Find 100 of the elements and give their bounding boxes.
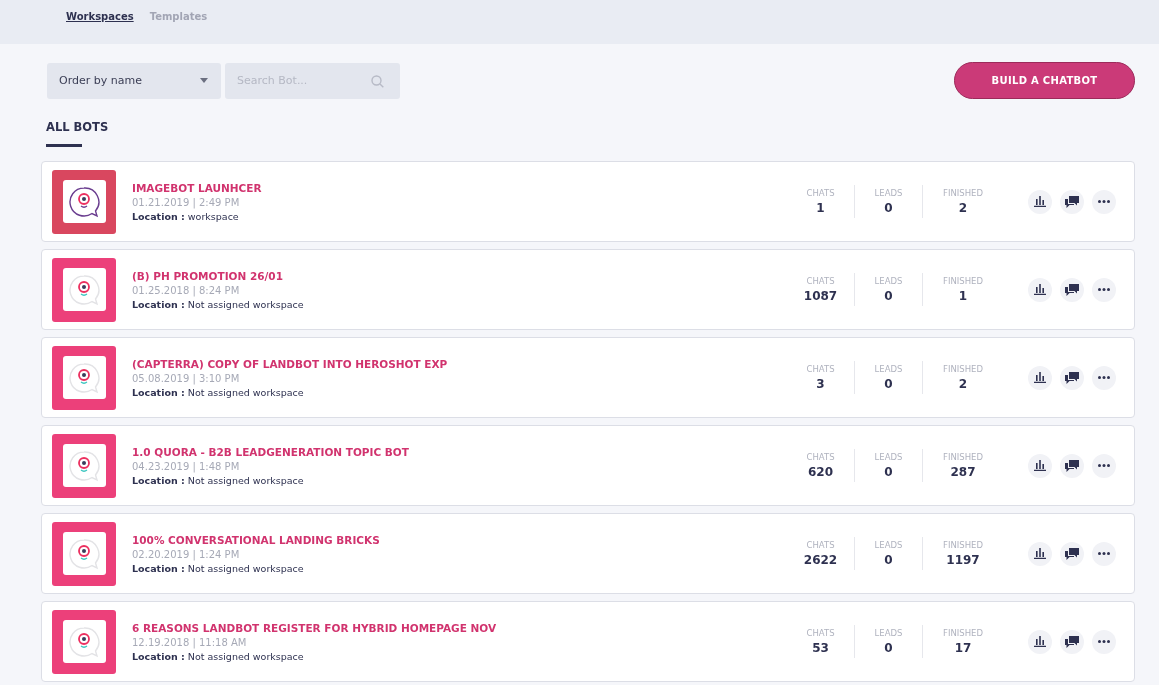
more-icon [1098, 552, 1110, 555]
stat-value: 0 [884, 201, 893, 215]
more-button[interactable] [1092, 277, 1116, 302]
bot-date: 01.21.2019 | 2:49 PM [132, 196, 241, 208]
stat-value: 2622 [803, 553, 838, 567]
bot-card[interactable]: 6 REASONS LANDBOT REGISTER FOR HYBRID HOMEPAGE NOV 12.19.2018 | 11:18 AM Location : Not assigned workspace CHATS 53 LEADS 0 FINISHED 17 [41, 601, 1135, 682]
build-chatbot-button[interactable]: BUILD A CHATBOT [954, 62, 1135, 99]
stat-value: 1087 [803, 289, 838, 303]
stat-value: 0 [884, 553, 893, 567]
stat-value: 287 [950, 465, 976, 479]
stat-label: LEADS [874, 540, 903, 550]
analytics-button[interactable] [1028, 365, 1052, 390]
stat-label: LEADS [874, 452, 903, 462]
bot-location: Location : Not assigned workspace [132, 474, 305, 486]
more-icon [1098, 376, 1110, 379]
bot-name[interactable]: (B) PH PROMOTION 26/01 [132, 269, 787, 282]
bot-name[interactable]: (CAPTERRA) COPY OF LANDBOT INTO HEROSHOT EXP [132, 357, 787, 370]
more-button[interactable] [1092, 365, 1116, 390]
chat-bubble-icon [67, 536, 101, 571]
stat-label: LEADS [874, 628, 903, 638]
stat-label: FINISHED [943, 540, 983, 550]
search-icon [371, 74, 384, 88]
stat-value: 0 [884, 465, 893, 479]
chat-bubble-icon [67, 624, 101, 659]
bot-card[interactable]: 100% CONVERSATIONAL LANDING BRICKS 02.20.2019 | 1:24 PM Location : Not assigned workspace CHATS 2622 LEADS 0 FINISHED 1197 [41, 513, 1135, 594]
more-button[interactable] [1092, 189, 1116, 214]
more-button[interactable] [1092, 629, 1116, 654]
bot-card[interactable]: 1.0 QUORA - B2B LEADGENERATION TOPIC BOT 04.23.2019 | 1:48 PM Location : Not assigned workspace CHATS 620 LEADS 0 FINISHED 287 [41, 425, 1135, 506]
stat-label: CHATS [806, 276, 835, 286]
bot-location: Location : Not assigned workspace [132, 386, 305, 398]
stat-label: LEADS [874, 276, 903, 286]
chats-button[interactable] [1060, 453, 1084, 478]
more-button[interactable] [1092, 541, 1116, 566]
bot-card[interactable]: (B) PH PROMOTION 26/01 01.25.2018 | 8:24 PM Location : Not assigned workspace CHATS 1087 LEADS 0 FINISHED 1 [41, 249, 1135, 330]
chats-button[interactable] [1060, 189, 1084, 214]
bar-chart-icon [1034, 196, 1046, 207]
stat-value: 3 [816, 377, 825, 391]
bot-location: Location : Not assigned workspace [132, 562, 305, 574]
more-icon [1098, 288, 1110, 291]
stat-value: 1 [958, 289, 968, 303]
more-icon [1098, 464, 1110, 467]
stat-label: FINISHED [943, 188, 983, 198]
stat-value: 1 [816, 201, 825, 215]
bot-card[interactable]: IMAGEBOT LAUNHCER 01.21.2019 | 2:49 PM Location : workspace CHATS 1 LEADS 0 FINISHED 2 [41, 161, 1135, 242]
chat-bubble-icon [67, 184, 101, 219]
stat-label: LEADS [874, 188, 903, 198]
nav-tab[interactable]: Workspaces [66, 11, 134, 22]
analytics-button[interactable] [1028, 189, 1052, 214]
bot-location: Location : Not assigned workspace [132, 298, 305, 310]
stat-label: CHATS [806, 628, 835, 638]
analytics-button[interactable] [1028, 629, 1052, 654]
stat-label: FINISHED [943, 628, 983, 638]
stat-value: 1197 [946, 553, 980, 567]
bot-name[interactable]: IMAGEBOT LAUNHCER [132, 181, 787, 194]
bar-chart-icon [1034, 460, 1046, 471]
more-icon [1098, 200, 1110, 203]
analytics-button[interactable] [1028, 541, 1052, 566]
bot-date: 04.23.2019 | 1:48 PM [132, 460, 241, 472]
bot-location: Location : workspace [132, 210, 240, 222]
chat-bubbles-icon [1065, 195, 1079, 208]
stat-value: 620 [807, 465, 834, 479]
bar-chart-icon [1034, 548, 1046, 559]
bot-location: Location : Not assigned workspace [132, 650, 305, 662]
chats-button[interactable] [1060, 629, 1084, 654]
chat-bubbles-icon [1065, 371, 1079, 384]
stat-label: LEADS [874, 364, 903, 374]
more-icon [1098, 640, 1110, 643]
chat-bubbles-icon [1065, 283, 1079, 296]
chat-bubble-icon [67, 448, 101, 483]
bot-date: 02.20.2019 | 1:24 PM [132, 548, 241, 560]
bar-chart-icon [1034, 636, 1046, 647]
bot-date: 05.08.2019 | 3:10 PM [132, 372, 241, 384]
chats-button[interactable] [1060, 541, 1084, 566]
chat-bubbles-icon [1065, 459, 1079, 472]
stat-label: FINISHED [943, 364, 983, 374]
more-button[interactable] [1092, 453, 1116, 478]
order-dropdown[interactable]: Order by name [47, 62, 221, 99]
analytics-button[interactable] [1028, 453, 1052, 478]
stat-value: 17 [954, 641, 972, 655]
stat-value: 0 [884, 377, 893, 391]
chats-button[interactable] [1060, 277, 1084, 302]
stat-value: 2 [958, 377, 968, 391]
chat-bubble-icon [67, 360, 101, 395]
stat-value: 53 [812, 641, 829, 655]
stat-label: CHATS [806, 540, 835, 550]
bot-date: 01.25.2018 | 8:24 PM [132, 284, 241, 296]
stat-value: 0 [884, 641, 893, 655]
stat-label: FINISHED [943, 452, 983, 462]
stat-label: FINISHED [943, 276, 983, 286]
stat-label: CHATS [806, 364, 835, 374]
chat-bubbles-icon [1065, 547, 1079, 560]
bot-name[interactable]: 6 REASONS LANDBOT REGISTER FOR HYBRID HOMEPAGE NOV [132, 621, 787, 634]
stat-label: CHATS [806, 188, 835, 198]
analytics-button[interactable] [1028, 277, 1052, 302]
stat-value: 2 [958, 201, 968, 215]
bot-name[interactable]: 1.0 QUORA - B2B LEADGENERATION TOPIC BOT [132, 445, 787, 458]
stat-value: 0 [884, 289, 893, 303]
chats-button[interactable] [1060, 365, 1084, 390]
bot-card[interactable]: (CAPTERRA) COPY OF LANDBOT INTO HEROSHOT EXP 05.08.2019 | 3:10 PM Location : Not assigned workspace CHATS 3 LEADS 0 FINISHED 2 [41, 337, 1135, 418]
bot-name[interactable]: 100% CONVERSATIONAL LANDING BRICKS [132, 533, 787, 546]
